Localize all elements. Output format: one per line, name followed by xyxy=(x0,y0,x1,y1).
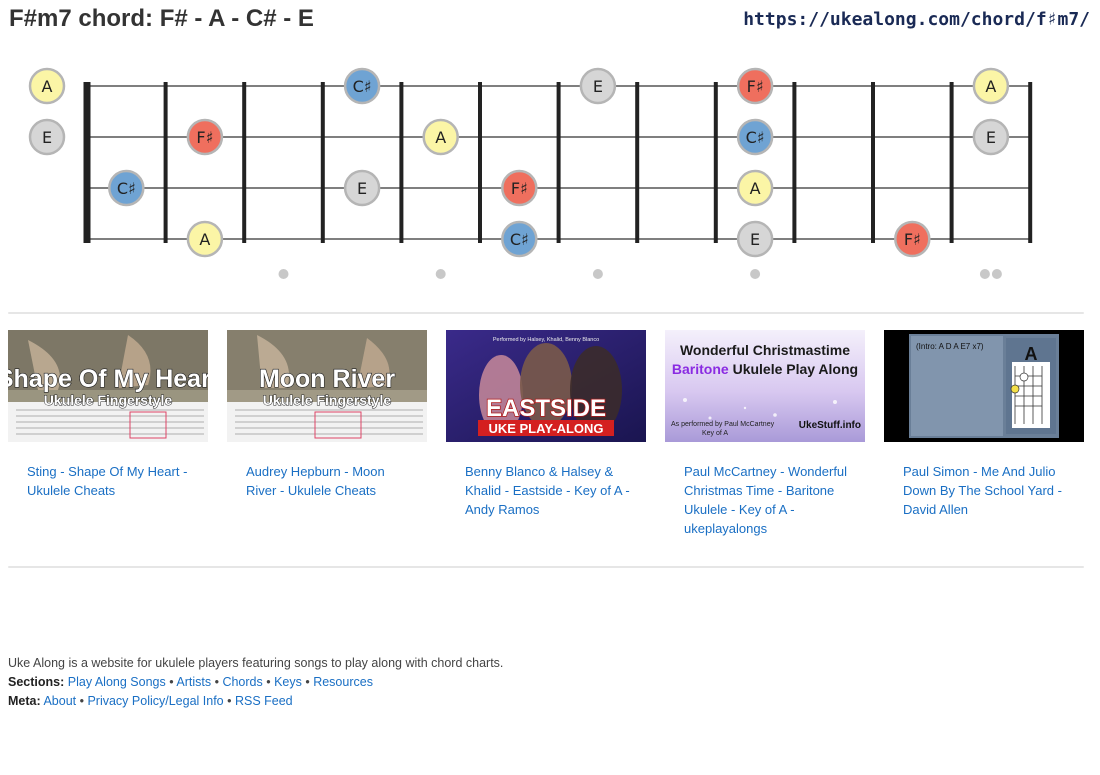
thumb-key: Key of A xyxy=(702,430,728,437)
note-label: A xyxy=(42,77,53,96)
footer-link-resources[interactable]: Resources xyxy=(313,675,373,689)
video-card[interactable]: Moon River Ukulele Fingerstyle Audrey He… xyxy=(227,330,427,570)
note-label: F♯ xyxy=(196,128,213,147)
video-thumbnail[interactable]: Moon River Ukulele Fingerstyle xyxy=(227,330,427,442)
footer-link-rss[interactable]: RSS Feed xyxy=(235,694,293,708)
thumbnail-image: Performed by Halsey, Khalid, Benny Blanc… xyxy=(446,330,646,442)
footer-about: Uke Along is a website for ukulele playe… xyxy=(8,656,504,670)
thumb-subtitle: Ukulele Fingerstyle xyxy=(44,392,173,408)
divider xyxy=(8,566,1084,568)
video-card[interactable]: Wonderful Christmastime Baritone Ukulele… xyxy=(665,330,865,570)
thumb-credit: Performed by Halsey, Khalid, Benny Blanc… xyxy=(493,337,599,343)
fret-inlay-dot xyxy=(435,269,446,279)
footer-link-artists[interactable]: Artists xyxy=(176,675,211,689)
video-thumbnail[interactable]: Shape Of My Heart Ukulele Fingerstyle xyxy=(8,330,208,442)
thumb-subtitle: Baritone Ukulele Play Along xyxy=(672,361,858,377)
note-label: A xyxy=(985,77,996,96)
footer-sections: Sections: Play Along Songs • Artists • C… xyxy=(8,675,373,689)
fret-inlay-dot xyxy=(991,269,1002,279)
thumbnail-image: Wonderful Christmastime Baritone Ukulele… xyxy=(665,330,865,442)
page-title: F#m7 chord: F# - A - C# - E xyxy=(9,5,314,32)
footer-link-privacy[interactable]: Privacy Policy/Legal Info xyxy=(87,694,223,708)
video-card[interactable]: Performed by Halsey, Khalid, Benny Blanc… xyxy=(446,330,646,570)
page-url-link[interactable]: https://ukealong.com/chord/f♯m7/ xyxy=(743,8,1090,32)
thumb-title: Moon River xyxy=(259,365,395,393)
fret-inlay-dot xyxy=(592,269,603,279)
note-label: E xyxy=(750,230,760,249)
footer-link-chords[interactable]: Chords xyxy=(222,675,262,689)
thumb-title: Shape Of My Heart xyxy=(8,365,208,393)
site-footer: Uke Along is a website for ukulele playe… xyxy=(8,654,503,711)
thumb-subtitle: UKE PLAY-ALONG xyxy=(488,421,603,436)
note-label: C♯ xyxy=(117,179,136,198)
video-thumbnail[interactable]: Wonderful Christmastime Baritone Ukulele… xyxy=(665,330,865,442)
note-label: A xyxy=(750,179,761,198)
thumb-subtitle: Ukulele Fingerstyle xyxy=(263,392,392,408)
footer-link-play-along-songs[interactable]: Play Along Songs xyxy=(68,675,166,689)
note-label: E xyxy=(42,128,52,147)
thumb-brand: UkeStuff.info xyxy=(799,420,861,431)
note-label: E xyxy=(357,179,367,198)
note-label: A xyxy=(435,128,446,147)
note-label: C♯ xyxy=(510,230,529,249)
video-card[interactable]: (Intro: A D A E7 x7) A Paul Simon - Me A… xyxy=(884,330,1084,570)
note-label: C♯ xyxy=(746,128,765,147)
note-label: A xyxy=(199,230,210,249)
note-label: E xyxy=(593,77,603,96)
meta-label: Meta: xyxy=(8,694,41,708)
note-label: F♯ xyxy=(904,230,921,249)
thumb-intro: (Intro: A D A E7 x7) xyxy=(916,342,984,351)
thumbnail-image: (Intro: A D A E7 x7) A xyxy=(884,330,1084,442)
video-title-link[interactable]: Benny Blanco & Halsey & Khalid - Eastsid… xyxy=(465,462,630,519)
thumb-credit: As performed by Paul McCartney xyxy=(671,421,775,428)
fret-inlay-dot xyxy=(979,269,990,279)
note-label: F♯ xyxy=(511,179,528,198)
video-title-link[interactable]: Audrey Hepburn - Moon River - Ukulele Ch… xyxy=(246,462,411,500)
thumb-title: EASTSIDE xyxy=(486,395,606,422)
fret-inlay-dot xyxy=(750,269,761,279)
footer-link-about[interactable]: About xyxy=(43,694,76,708)
fret-inlay-dot xyxy=(278,269,289,279)
fretboard-diagram: A C♯ E F♯ A E F♯ A C♯ E C♯ E F♯ A A C♯ E F♯ xyxy=(28,67,1033,279)
video-title-link[interactable]: Paul Simon - Me And Julio Down By The Sc… xyxy=(903,462,1068,519)
sections-label: Sections: xyxy=(8,675,65,689)
video-card[interactable]: Shape Of My Heart Ukulele Fingerstyle St… xyxy=(8,330,208,570)
thumbnail-image: Shape Of My Heart Ukulele Fingerstyle xyxy=(8,330,208,442)
footer-link-keys[interactable]: Keys xyxy=(274,675,302,689)
video-thumbnail[interactable]: Performed by Halsey, Khalid, Benny Blanc… xyxy=(446,330,646,442)
note-label: F♯ xyxy=(747,77,764,96)
video-title-link[interactable]: Paul McCartney - Wonderful Christmas Tim… xyxy=(684,462,849,538)
thumb-title: Wonderful Christmastime xyxy=(680,342,850,358)
divider xyxy=(8,312,1084,314)
footer-meta: Meta: About • Privacy Policy/Legal Info … xyxy=(8,694,293,708)
video-title-link[interactable]: Sting - Shape Of My Heart - Ukulele Chea… xyxy=(27,462,192,500)
thumbnail-image: Moon River Ukulele Fingerstyle xyxy=(227,330,427,442)
note-label: E xyxy=(986,128,996,147)
note-label: C♯ xyxy=(353,77,372,96)
thumb-chord: A xyxy=(1025,344,1038,364)
video-thumbnail[interactable]: (Intro: A D A E7 x7) A xyxy=(884,330,1084,442)
